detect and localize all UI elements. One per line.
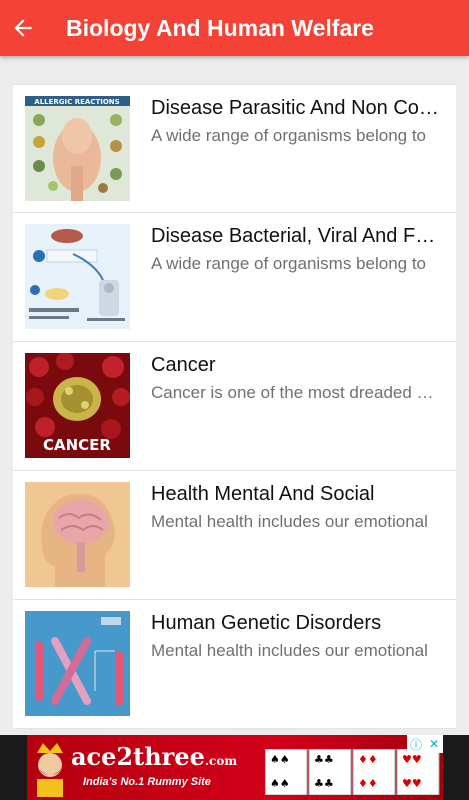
svg-text:♦♦: ♦♦ (358, 753, 378, 766)
svg-text:♠♠: ♠♠ (270, 753, 290, 766)
svg-text:♦♦: ♦♦ (358, 777, 378, 790)
app-bar: Biology And Human Welfare (0, 0, 469, 56)
svg-text:♣♣: ♣♣ (314, 777, 334, 790)
item-subtitle: A wide range of organisms belong to (151, 126, 427, 145)
list-item[interactable]: ALLERGIC REACTIONS Disease Parasitic And… (13, 84, 456, 213)
thumbnail-image: ALLERGIC REACTIONS (25, 96, 130, 201)
thumbnail-image (25, 482, 130, 587)
svg-text:♥♥: ♥♥ (402, 753, 422, 766)
thumbnail-caption: CANCER (43, 436, 111, 454)
ad-tagline: India's No.1 Rummy Site (83, 776, 211, 788)
thumbnail-image: CANCER (25, 353, 130, 458)
page-title: Biology And Human Welfare (66, 14, 374, 41)
close-icon[interactable]: ✕ (425, 735, 443, 753)
ad-creative[interactable]: ace2three.com India's No.1 Rummy Site ♠♠… (27, 735, 443, 800)
arrow-back-icon (14, 19, 32, 37)
item-title: Disease Parasitic And Non Communicable (151, 97, 439, 119)
ad-brand: ace2three.com (71, 742, 238, 771)
ad-banner[interactable]: ace2three.com India's No.1 Rummy Site ♠♠… (0, 735, 469, 800)
item-title: Disease Bacterial, Viral And Fungal (151, 225, 439, 247)
mascot-icon (37, 743, 63, 797)
ad-controls: ⓘ ✕ (407, 735, 443, 753)
list-item[interactable]: Human Genetic Disorders Mental health in… (13, 600, 456, 729)
svg-text:♣♣: ♣♣ (314, 753, 334, 766)
item-subtitle: Cancer is one of the most dreaded diseas… (151, 383, 439, 402)
item-subtitle: Mental health includes our emotional (151, 512, 428, 531)
thumbnail-image (25, 224, 130, 329)
svg-text:♥♥: ♥♥ (402, 777, 422, 790)
topic-list: ALLERGIC REACTIONS Disease Parasitic And… (13, 84, 456, 729)
item-title: Human Genetic Disorders (151, 612, 382, 634)
back-button[interactable] (2, 0, 44, 56)
list-item[interactable]: Health Mental And Social Mental health i… (13, 471, 456, 600)
svg-text:♠♠: ♠♠ (270, 777, 290, 790)
playing-cards-icon: ♠♠ ♠♠ ♣♣ ♣♣ ♦♦ ♦♦ ♥♥ ♥♥ (265, 749, 440, 795)
item-subtitle: A wide range of organisms belong to (151, 254, 427, 273)
item-subtitle: Mental health includes our emotional (151, 641, 428, 660)
thumbnail-image (25, 611, 130, 716)
list-item[interactable]: Disease Bacterial, Viral And Fungal A wi… (13, 213, 456, 342)
thumbnail-caption: ALLERGIC REACTIONS (34, 98, 119, 106)
item-title: Cancer (151, 354, 216, 376)
list-item[interactable]: CANCER Cancer Cancer is one of the most … (13, 342, 456, 471)
item-title: Health Mental And Social (151, 483, 375, 505)
info-icon[interactable]: ⓘ (407, 735, 425, 753)
